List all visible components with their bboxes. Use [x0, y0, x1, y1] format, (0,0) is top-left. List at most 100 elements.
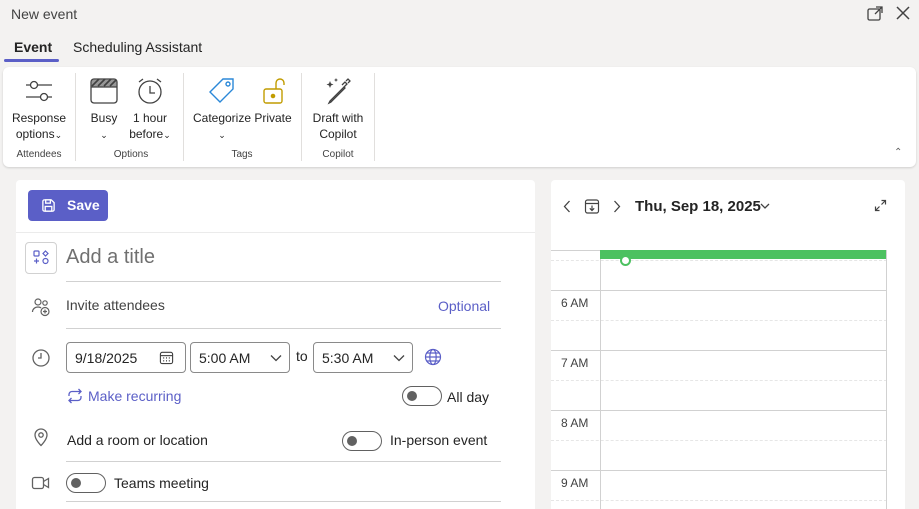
- all-day-label: All day: [447, 389, 490, 405]
- response-options-line1: Response: [11, 111, 67, 125]
- new-event-block[interactable]: [600, 250, 886, 259]
- all-day-toggle[interactable]: [402, 386, 442, 406]
- ribbon: Response options⌄ Attendees Busy ⌄ 1 hou…: [3, 67, 916, 167]
- hour-line: [551, 470, 887, 471]
- in-person-toggle[interactable]: [342, 431, 382, 451]
- ribbon-separator: [75, 73, 76, 161]
- collapse-ribbon-icon[interactable]: ⌃: [894, 147, 902, 158]
- title-input[interactable]: Add a title: [66, 246, 501, 269]
- chevron-down-icon[interactable]: [760, 203, 770, 210]
- people-add-icon: [31, 298, 50, 317]
- close-icon[interactable]: [895, 5, 911, 21]
- window-title: New event: [11, 6, 78, 22]
- chevron-down-icon: ⌄: [163, 129, 171, 140]
- group-label-attendees: Attendees: [16, 149, 62, 160]
- popout-icon[interactable]: [866, 5, 884, 23]
- hour-label: 8 AM: [561, 416, 589, 430]
- event-form: Save Add a title Invite attendees Option…: [16, 180, 535, 509]
- calendar-date-label[interactable]: Thu, Sep 18, 2025: [635, 198, 761, 215]
- group-label-copilot: Copilot: [322, 149, 354, 160]
- teams-underline: [66, 501, 501, 502]
- chevron-left-icon[interactable]: [563, 200, 571, 213]
- save-label: Save: [67, 197, 100, 213]
- half-hour-line: [551, 260, 887, 261]
- location-input[interactable]: Add a room or location: [67, 432, 208, 448]
- draft-with-copilot-line2: Copilot: [319, 127, 357, 141]
- chevron-down-icon: ⌄: [54, 129, 63, 140]
- reminder-line2: before: [129, 127, 164, 141]
- group-label-options: Options: [113, 149, 149, 160]
- shapes-icon: [33, 250, 49, 265]
- start-date-field[interactable]: 9/18/2025: [66, 342, 186, 373]
- location-pin-icon: [34, 428, 48, 447]
- make-recurring-link[interactable]: Make recurring: [88, 388, 181, 404]
- busy-button[interactable]: Busy ⌄: [87, 75, 121, 143]
- event-resize-handle[interactable]: [620, 255, 631, 266]
- reminder-line1: 1 hour: [132, 111, 168, 125]
- clock-icon: [32, 349, 50, 367]
- title-underline: [66, 281, 501, 282]
- draft-with-copilot-line1: Draft with: [312, 111, 364, 125]
- save-icon: [42, 199, 55, 212]
- busy-label: Busy: [90, 111, 118, 125]
- ribbon-separator: [301, 73, 302, 161]
- draft-with-copilot-button[interactable]: Draft with Copilot: [307, 75, 369, 142]
- invite-attendees-input[interactable]: Invite attendees: [66, 297, 165, 313]
- tab-bar: Event Scheduling Assistant: [0, 36, 919, 62]
- chevron-down-icon: [270, 355, 282, 362]
- calendar-icon[interactable]: [159, 350, 174, 365]
- day-calendar-panel: Thu, Sep 18, 2025 6 AM 7 AM 8 AM 9 AM: [551, 180, 905, 509]
- expand-icon[interactable]: [874, 199, 887, 212]
- start-date-value: 9/18/2025: [75, 350, 138, 366]
- half-hour-line: [551, 440, 887, 441]
- lock-icon: [263, 78, 285, 104]
- repeat-icon: [68, 388, 82, 404]
- go-to-today-icon[interactable]: [584, 198, 600, 215]
- day-column-right-border: [886, 250, 887, 509]
- in-person-label: In-person event: [390, 432, 488, 448]
- end-time-dropdown[interactable]: 5:30 AM: [313, 342, 413, 373]
- video-camera-icon: [31, 476, 50, 490]
- tag-icon: [209, 78, 234, 103]
- hour-label: 6 AM: [561, 296, 589, 310]
- calendar-time-grid[interactable]: 6 AM 7 AM 8 AM 9 AM: [551, 250, 905, 509]
- title-bar: New event: [0, 0, 919, 30]
- chevron-down-icon: ⌄: [218, 129, 226, 140]
- hour-label: 9 AM: [561, 476, 589, 490]
- optional-attendees-link[interactable]: Optional: [438, 298, 490, 314]
- half-hour-line: [551, 500, 887, 501]
- chevron-down-icon: [393, 355, 405, 362]
- sliders-icon: [26, 80, 52, 102]
- response-options-button[interactable]: Response options⌄: [11, 75, 67, 143]
- location-underline: [66, 461, 501, 462]
- private-button[interactable]: Private: [253, 75, 293, 126]
- half-hour-line: [551, 320, 887, 321]
- half-hour-line: [551, 380, 887, 381]
- hour-line: [551, 350, 887, 351]
- group-label-tags: Tags: [231, 149, 253, 160]
- globe-icon[interactable]: [424, 348, 442, 366]
- tab-scheduling-assistant[interactable]: Scheduling Assistant: [73, 39, 202, 55]
- to-label: to: [296, 348, 308, 364]
- tab-active-indicator: [4, 59, 59, 62]
- form-divider: [16, 232, 535, 233]
- ribbon-separator: [183, 73, 184, 161]
- ribbon-separator: [374, 73, 375, 161]
- end-time-value: 5:30 AM: [322, 350, 374, 366]
- tab-event[interactable]: Event: [14, 39, 52, 55]
- teams-meeting-toggle[interactable]: [66, 473, 106, 493]
- hour-label: 7 AM: [561, 356, 589, 370]
- categorize-label: Categorize: [192, 111, 252, 125]
- alarm-clock-icon: [138, 78, 162, 104]
- start-time-dropdown[interactable]: 5:00 AM: [190, 342, 290, 373]
- chevron-right-icon[interactable]: [613, 200, 621, 213]
- event-type-icon-box[interactable]: [25, 242, 57, 274]
- save-button[interactable]: Save: [28, 190, 108, 221]
- start-time-value: 5:00 AM: [199, 350, 251, 366]
- attendees-underline: [66, 328, 501, 329]
- hour-line: [551, 290, 887, 291]
- reminder-button[interactable]: 1 hour before⌄: [125, 75, 175, 143]
- teams-meeting-label: Teams meeting: [114, 475, 209, 491]
- categorize-button[interactable]: Categorize ⌄: [191, 75, 253, 143]
- copilot-pen-icon: [326, 78, 351, 105]
